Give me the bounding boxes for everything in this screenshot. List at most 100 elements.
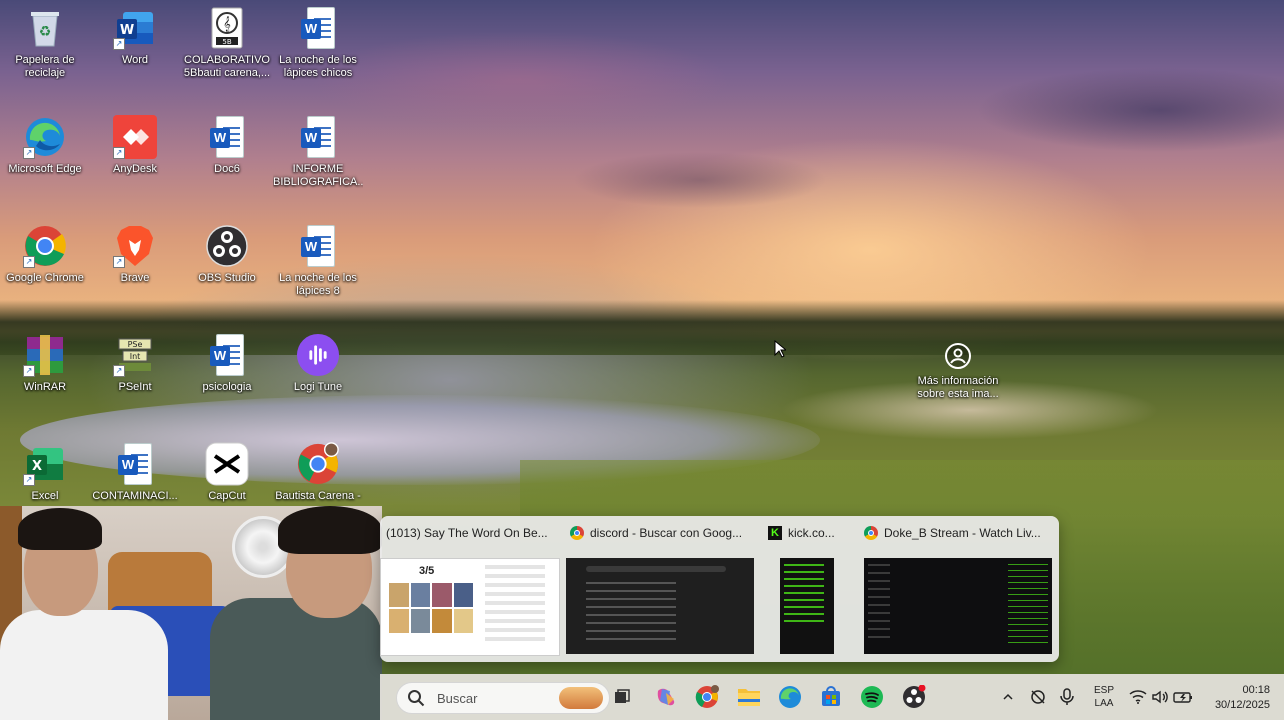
desktop-icon-label: INFORME BIBLIOGRAFICA...	[273, 163, 363, 188]
clock-date: 30/12/2025	[1214, 699, 1270, 711]
capcut-icon	[205, 442, 249, 486]
preview-card-title: discord - Buscar con Goog...	[590, 526, 743, 540]
desktop-icon-psicologia[interactable]: W psicologia	[182, 333, 272, 394]
tray-microphone[interactable]	[1057, 687, 1077, 707]
desktop-icon-obs[interactable]: OBS Studio	[182, 224, 272, 285]
desktop-icon-label: AnyDesk	[112, 163, 158, 175]
shortcut-arrow-icon: ↗	[23, 365, 35, 377]
taskbar-obs[interactable]	[900, 683, 928, 711]
svg-text:W: W	[120, 23, 134, 38]
brave-icon: ↗	[113, 224, 157, 268]
edge-icon: ↗	[23, 115, 67, 159]
wifi-icon	[1129, 690, 1147, 704]
chrome-icon	[695, 685, 719, 708]
language-code: ESP	[1093, 685, 1114, 696]
tray-clock[interactable]: 00:18 30/12/2025	[1215, 683, 1270, 713]
shortcut-arrow-icon: ↗	[113, 365, 125, 377]
desktop-icon-label: Microsoft Edge	[8, 163, 82, 175]
desktop-icon-label: OBS Studio	[198, 272, 256, 284]
svg-text:X: X	[32, 459, 42, 474]
desktop-icon-brave[interactable]: ↗ Brave	[90, 224, 180, 285]
desktop-icon-label: Logi Tune	[293, 381, 343, 393]
taskbar-search[interactable]: Buscar	[396, 682, 610, 714]
desktop-icon-chrome-profile[interactable]: Bautista Carena -	[273, 442, 363, 503]
keyboard-layout: LAA	[1094, 698, 1114, 709]
desktop-icon-colaborativo[interactable]: 𝄞 5B COLABORATIVO 5Bbauti carena,...	[182, 6, 272, 80]
taskbar-spotify[interactable]	[858, 683, 886, 711]
desktop-icon-edge[interactable]: ↗ Microsoft Edge	[0, 115, 90, 176]
word-app-icon: W ↗	[113, 6, 157, 50]
chrome-profile-icon	[296, 442, 340, 486]
edge-icon	[779, 686, 801, 708]
chrome-icon: ↗	[23, 224, 67, 268]
desktop-icon-anydesk[interactable]: ↗ AnyDesk	[90, 115, 180, 176]
store-icon	[822, 686, 840, 706]
copilot-icon	[657, 688, 675, 706]
shortcut-arrow-icon: ↗	[23, 256, 35, 268]
webcam-person-left	[0, 506, 170, 720]
tray-volume[interactable]	[1150, 687, 1170, 707]
svg-text:5B: 5B	[222, 38, 231, 46]
folder-icon	[738, 689, 760, 706]
tray-location[interactable]	[1028, 687, 1048, 707]
shortcut-arrow-icon: ↗	[113, 147, 125, 159]
taskbar-copilot[interactable]	[652, 683, 680, 711]
obs-icon	[205, 224, 249, 268]
preview-card-discord-search[interactable]: discord - Buscar con Goog...	[564, 516, 756, 662]
kick-icon: K	[768, 526, 782, 540]
spotlight-info[interactable]: Más información sobre esta ima...	[912, 341, 1004, 401]
webcam-overlay	[0, 506, 382, 720]
tray-network[interactable]	[1128, 687, 1148, 707]
desktop-icon-label: La noche de los lápices chicos	[279, 54, 357, 79]
taskbar-chrome[interactable]	[693, 683, 721, 711]
tray-show-hidden[interactable]	[998, 687, 1018, 707]
clock-time: 00:18	[1242, 684, 1270, 696]
logi-tune-icon	[296, 333, 340, 377]
chevron-up-icon	[1003, 693, 1013, 700]
preview-card-doke-stream[interactable]: Doke_B Stream - Watch Liv...	[858, 516, 1056, 662]
taskbar-file-explorer[interactable]	[735, 683, 763, 711]
webcam-person-right	[200, 506, 382, 720]
desktop-icon-label: Papelera de reciclaje	[15, 54, 75, 79]
desktop-icon-pseint[interactable]: PSe Int ↗ PSeInt	[90, 333, 180, 394]
desktop-icon-label: CONTAMINACI...	[92, 490, 178, 502]
excel-icon: X ↗	[23, 442, 67, 486]
desktop-icon-noche-chicos[interactable]: W La noche de los lápices chicos	[273, 6, 363, 80]
preview-card-title: (1013) Say The Word On Be...	[386, 526, 548, 540]
taskbar-store[interactable]	[817, 683, 845, 711]
search-highlight-image	[559, 687, 603, 709]
tray-battery[interactable]	[1173, 687, 1193, 707]
chrome-icon	[570, 526, 584, 540]
tray-language[interactable]: ESP LAA	[1089, 684, 1119, 710]
desktop-icon-informe[interactable]: W INFORME BIBLIOGRAFICA...	[273, 115, 363, 189]
desktop-icon-excel[interactable]: X ↗ Excel	[0, 442, 90, 503]
desktop-icon-noche-8[interactable]: W La noche de los lápices 8	[273, 224, 363, 298]
preview-card-kick[interactable]: K kick.co...	[762, 516, 848, 662]
desktop-icon-winrar[interactable]: ↗ WinRAR	[0, 333, 90, 394]
svg-text:PSe: PSe	[128, 340, 143, 349]
desktop-icon-doc6[interactable]: W Doc6	[182, 115, 272, 176]
preview-thumbnail	[864, 558, 1052, 654]
music-doc-icon: 𝄞 5B	[205, 6, 249, 50]
volume-icon	[1152, 690, 1168, 704]
preview-thumbnail	[780, 558, 834, 654]
desktop-icon-contaminacion[interactable]: W CONTAMINACI...	[90, 442, 180, 503]
taskbar-task-view[interactable]	[608, 683, 636, 711]
desktop-icon-word[interactable]: W ↗ Word	[90, 6, 180, 67]
preview-thumb-counter: 3/5	[419, 565, 435, 577]
desktop-icon-logi-tune[interactable]: Logi Tune	[273, 333, 363, 394]
word-doc-icon: W	[113, 442, 157, 486]
desktop-icon-recycle-bin[interactable]: ♻ Papelera de reciclaje	[0, 6, 90, 80]
preview-title-row: (1013) Say The Word On Be...	[386, 526, 556, 540]
shortcut-arrow-icon: ↗	[113, 256, 125, 268]
preview-thumbnail	[566, 558, 754, 654]
desktop-icon-chrome[interactable]: ↗ Google Chrome	[0, 224, 90, 285]
search-icon	[408, 690, 425, 707]
microphone-icon	[1060, 688, 1074, 705]
search-placeholder: Buscar	[437, 690, 478, 706]
pseint-icon: PSe Int ↗	[113, 333, 157, 377]
desktop-icon-capcut[interactable]: CapCut	[182, 442, 272, 503]
preview-title-row: Doke_B Stream - Watch Liv...	[864, 526, 1052, 540]
preview-card-youtube[interactable]: (1013) Say The Word On Be... 3/5	[380, 516, 560, 662]
taskbar-edge[interactable]	[776, 683, 804, 711]
